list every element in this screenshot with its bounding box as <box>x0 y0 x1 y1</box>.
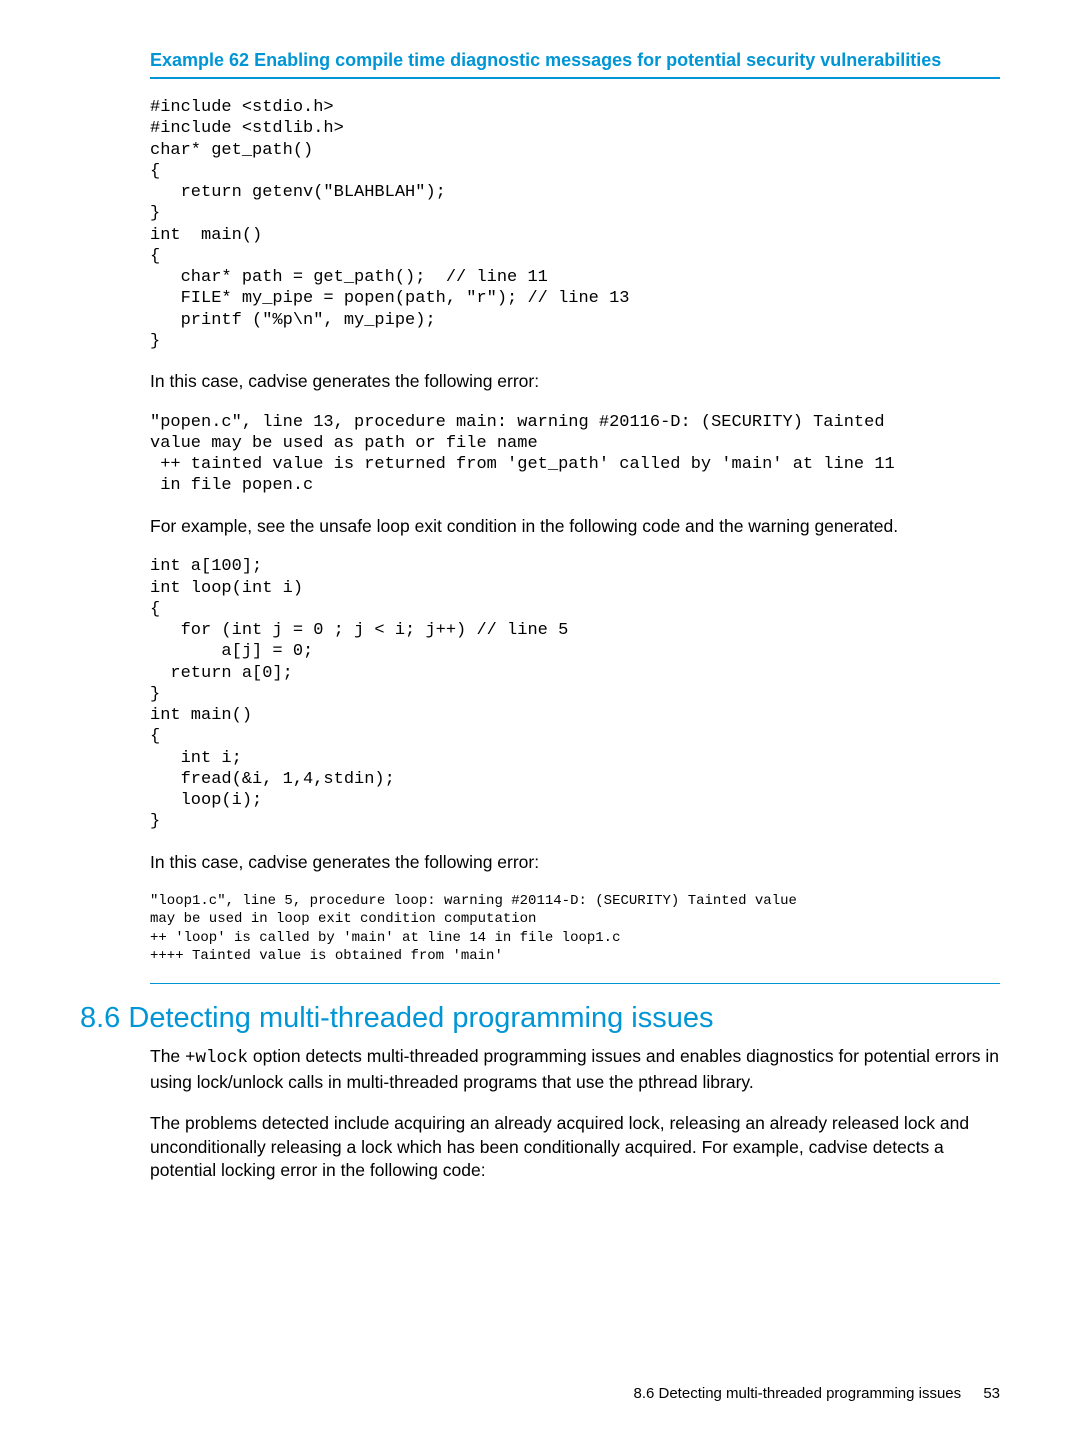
example-title: Example 62 Enabling compile time diagnos… <box>150 50 1000 71</box>
page-footer: 8.6 Detecting multi-threaded programming… <box>633 1385 1000 1402</box>
para1-post: option detects multi-threaded programmin… <box>150 1046 999 1092</box>
para1-pre: The <box>150 1046 185 1066</box>
error-output-1: "popen.c", line 13, procedure main: warn… <box>150 412 1000 497</box>
section-para-1: The +wlock option detects multi-threaded… <box>150 1045 1000 1094</box>
error-output-2: "loop1.c", line 5, procedure loop: warni… <box>150 892 1000 965</box>
page-number: 53 <box>983 1385 1000 1402</box>
section-heading: 8.6 Detecting multi-threaded programming… <box>80 1002 1000 1035</box>
description-3: In this case, cadvise generates the foll… <box>150 851 1000 875</box>
divider-end <box>150 983 1000 984</box>
divider <box>150 77 1000 79</box>
description-2: For example, see the unsafe loop exit co… <box>150 515 1000 539</box>
code-block-1: #include <stdio.h> #include <stdlib.h> c… <box>150 97 1000 352</box>
code-block-2: int a[100]; int loop(int i) { for (int j… <box>150 556 1000 832</box>
inline-code-wlock: +wlock <box>185 1048 248 1068</box>
footer-text: 8.6 Detecting multi-threaded programming… <box>633 1385 961 1402</box>
section-para-2: The problems detected include acquiring … <box>150 1112 1000 1183</box>
description-1: In this case, cadvise generates the foll… <box>150 370 1000 394</box>
